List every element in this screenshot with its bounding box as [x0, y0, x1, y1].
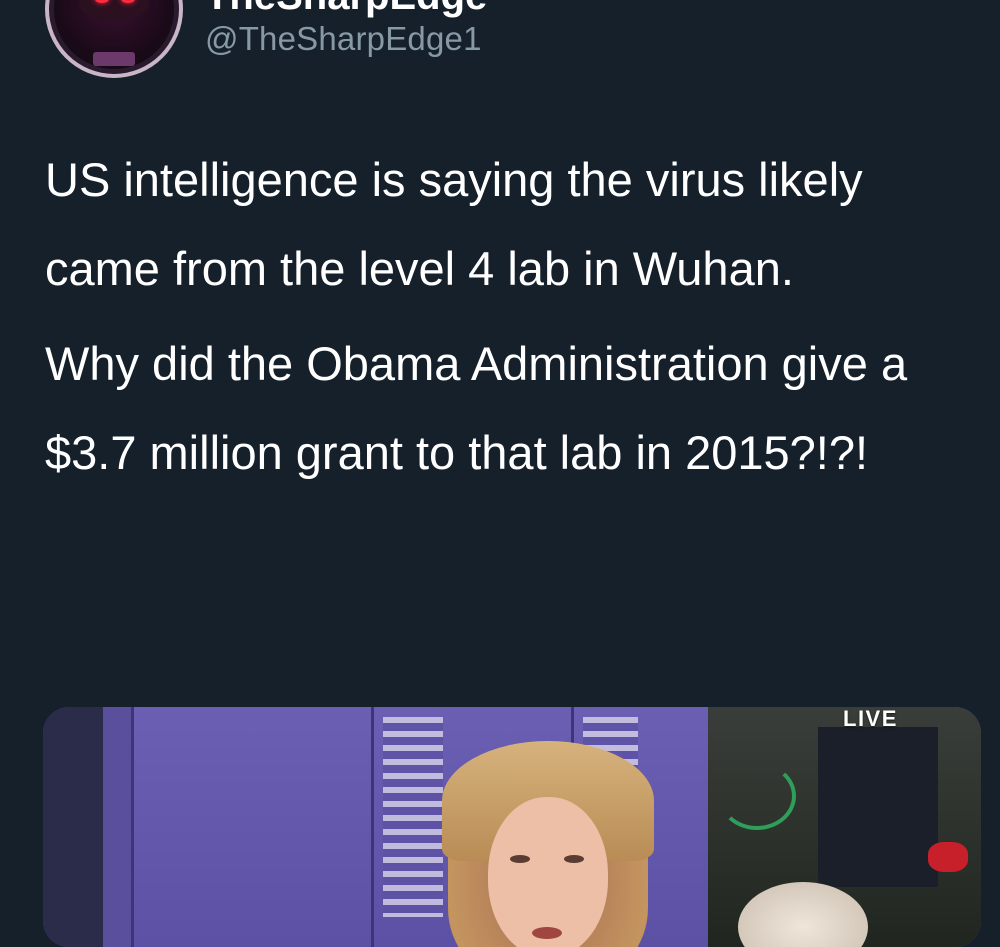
- video-person: [442, 741, 654, 947]
- video-person-eye: [564, 855, 584, 863]
- avatar-mask-shape: [79, 0, 149, 20]
- user-handle[interactable]: @TheSharpEdge1: [205, 20, 482, 58]
- tweet-card: TheSharpEdge @TheSharpEdge1 US intellige…: [0, 0, 1000, 947]
- display-name[interactable]: TheSharpEdge: [205, 0, 487, 19]
- avatar[interactable]: [45, 0, 183, 78]
- video-background-strip: [43, 707, 103, 947]
- video-red-object: [928, 842, 968, 872]
- tweet-paragraph-2: Why did the Obama Administration give a …: [45, 337, 908, 479]
- tweet-paragraph-1: US intelligence is saying the virus like…: [45, 153, 863, 295]
- tweet-text: US intelligence is saying the virus like…: [45, 135, 985, 497]
- video-cable: [718, 762, 796, 830]
- video-equipment: [818, 727, 938, 887]
- video-locker: [131, 707, 374, 947]
- live-badge: LIVE: [843, 706, 898, 731]
- video-person-face: [488, 797, 608, 947]
- avatar-band: [93, 52, 135, 66]
- video-person-eye: [510, 855, 530, 863]
- tweet-video-thumbnail[interactable]: [43, 707, 981, 947]
- video-locker-vent: [383, 717, 443, 917]
- video-person-mouth: [532, 927, 562, 939]
